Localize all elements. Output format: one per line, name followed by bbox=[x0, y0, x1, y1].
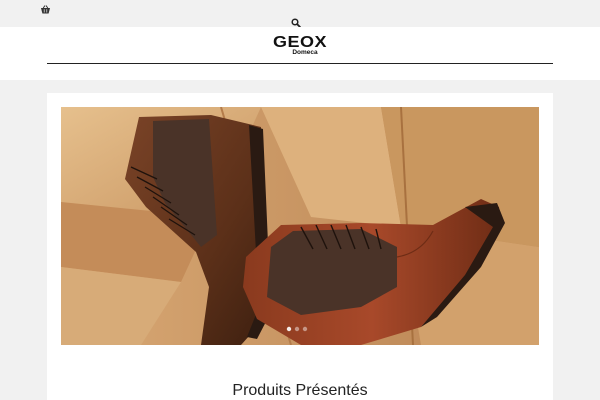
hero-image bbox=[61, 107, 539, 345]
hero-banner[interactable] bbox=[61, 107, 539, 345]
top-bar bbox=[0, 0, 600, 28]
header-divider bbox=[47, 63, 553, 64]
carousel-dot[interactable] bbox=[294, 326, 300, 332]
basket-icon[interactable] bbox=[40, 2, 51, 14]
brand-name: GEOX bbox=[272, 33, 327, 51]
featured-products-title: Produits Présentés bbox=[232, 382, 368, 399]
content-card: Produits Présentés bbox=[47, 93, 553, 400]
carousel-dot[interactable] bbox=[302, 326, 308, 332]
brand-logo[interactable]: GEOX Domeca bbox=[255, 33, 345, 58]
search-icon[interactable] bbox=[291, 15, 301, 28]
carousel-dot[interactable] bbox=[286, 326, 292, 332]
site-header: GEOX Domeca bbox=[0, 27, 600, 80]
